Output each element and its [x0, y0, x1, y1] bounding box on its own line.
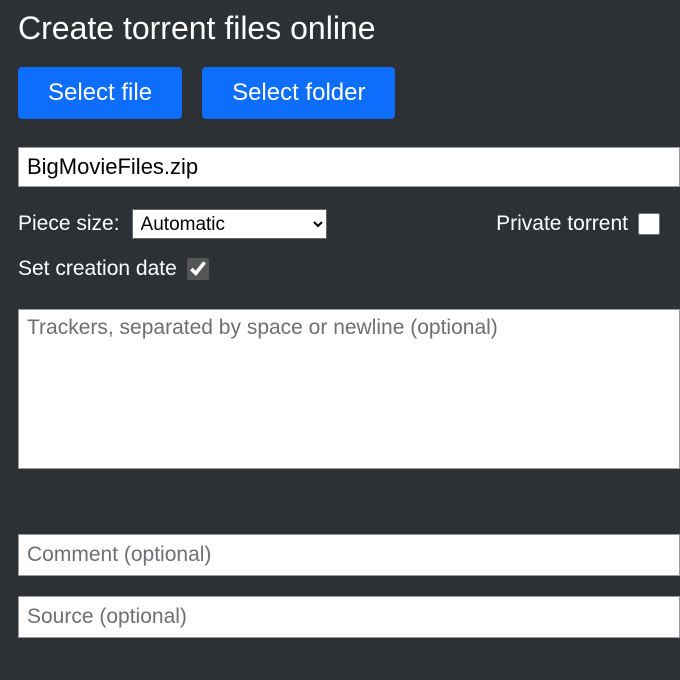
creation-date-group: Set creation date [18, 257, 680, 281]
creation-date-checkbox[interactable] [187, 258, 209, 280]
filename-input[interactable] [18, 147, 680, 187]
private-torrent-group: Private torrent [496, 212, 680, 236]
piece-size-label: Piece size: [18, 212, 120, 236]
page-title: Create torrent files online [18, 0, 680, 67]
options-row: Piece size: Automatic Private torrent [18, 209, 680, 239]
piece-size-select[interactable]: Automatic [132, 209, 327, 239]
spacer [18, 474, 680, 534]
source-input[interactable] [18, 596, 680, 638]
private-torrent-label: Private torrent [496, 212, 628, 236]
comment-input[interactable] [18, 534, 680, 576]
file-select-row: Select file Select folder [18, 67, 680, 119]
select-folder-button[interactable]: Select folder [202, 67, 395, 119]
creation-date-label: Set creation date [18, 257, 177, 281]
trackers-textarea[interactable] [18, 309, 680, 469]
select-file-button[interactable]: Select file [18, 67, 182, 119]
private-torrent-checkbox[interactable] [638, 213, 660, 235]
piece-size-group: Piece size: Automatic [18, 209, 327, 239]
